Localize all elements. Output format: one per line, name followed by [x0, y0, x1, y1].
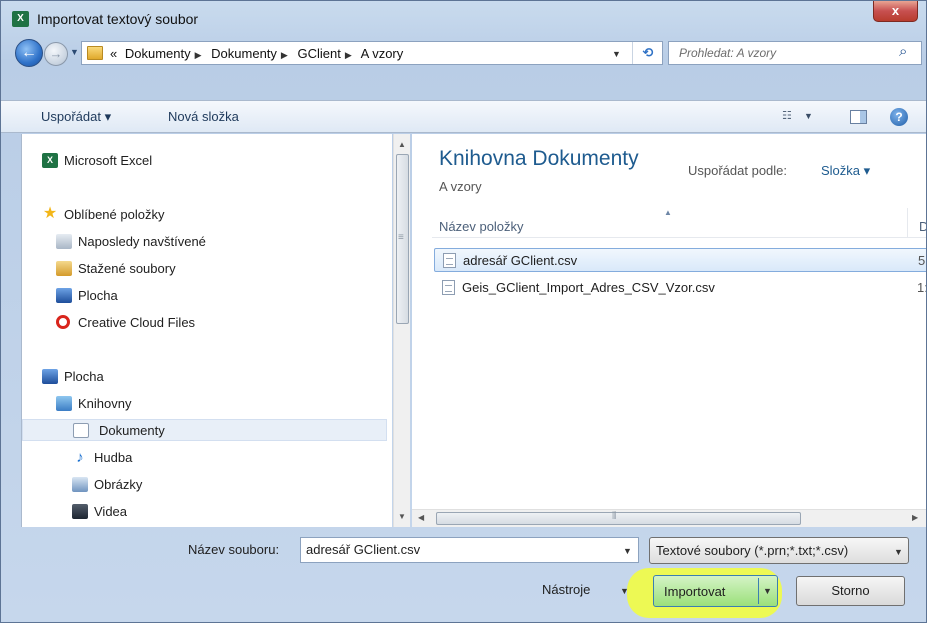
column-header-date[interactable]: D	[919, 219, 926, 234]
sort-ascending-icon: ▲	[664, 208, 672, 217]
nav-item-label: Naposledy navštívené	[78, 234, 206, 249]
recent-places-icon	[56, 234, 72, 249]
videos-icon	[72, 504, 88, 519]
file-type-filter-value: Textové soubory (*.prn;*.txt;*.csv)	[656, 543, 849, 558]
libraries-icon	[56, 396, 72, 411]
text-file-icon	[442, 280, 455, 295]
desktop-icon	[42, 369, 58, 384]
nav-item-label: Knihovny	[78, 396, 132, 411]
excel-icon: X	[12, 11, 29, 27]
breadcrumb-overflow[interactable]: «	[110, 46, 117, 61]
nav-item-label: Microsoft Excel	[64, 153, 153, 168]
scroll-down-icon[interactable]: ▼	[398, 512, 406, 521]
view-options-icon[interactable]: ☷	[782, 109, 798, 123]
back-button[interactable]: ←	[15, 39, 43, 67]
file-name: Geis_GClient_Import_Adres_CSV_Vzor.csv	[462, 280, 715, 295]
title-bar: X Importovat textový soubor x	[1, 1, 926, 37]
search-input[interactable]	[679, 46, 889, 60]
desktop-icon	[56, 288, 72, 303]
preview-pane-icon[interactable]	[850, 110, 867, 124]
navigation-pane: X Microsoft Excel ★ Oblíbené položky Nap…	[21, 134, 392, 527]
import-button-label: Importovat	[664, 584, 726, 599]
breadcrumb-separator-icon[interactable]: ▶	[345, 50, 352, 60]
arrange-by-dropdown[interactable]: Složka ▾	[821, 163, 870, 179]
nav-item-label: Stažené soubory	[78, 261, 176, 276]
nav-item-label: Hudba	[94, 450, 133, 465]
search-icon[interactable]: ⌕	[899, 43, 907, 60]
organize-button[interactable]: Uspořádat ▾	[41, 109, 111, 125]
nav-item-label: Creative Cloud Files	[78, 315, 196, 330]
scroll-grip-icon: ≡	[398, 232, 404, 243]
search-box[interactable]: ⌕	[668, 41, 922, 65]
scroll-grip-icon: ⦀	[612, 511, 617, 522]
library-title: Knihovna Dokumenty	[439, 147, 639, 170]
filename-input[interactable]	[306, 542, 606, 557]
breadcrumb-item[interactable]: A vzory	[361, 46, 404, 61]
nav-item-label: Oblíbené položky	[64, 207, 165, 222]
nav-item-label: Plocha	[78, 288, 118, 303]
cancel-button[interactable]: Storno	[796, 576, 905, 606]
command-toolbar: Uspořádat ▾ Nová složka ☷ ▼ ?	[1, 100, 926, 133]
filename-dropdown-icon[interactable]: ▼	[623, 546, 632, 556]
scroll-left-icon[interactable]: ◀	[418, 513, 424, 522]
horizontal-scrollbar[interactable]: ◀ ⦀ ▶	[412, 509, 926, 527]
breadcrumb-separator-icon[interactable]: ▶	[195, 50, 202, 60]
import-dropdown-icon[interactable]: ▼	[763, 586, 772, 596]
history-dropdown-icon[interactable]: ▼	[70, 47, 79, 57]
scroll-up-icon[interactable]: ▲	[398, 140, 406, 149]
creative-cloud-icon	[56, 315, 70, 329]
file-name: adresář GClient.csv	[463, 253, 578, 268]
address-dropdown-icon[interactable]: ▼	[612, 49, 621, 59]
star-icon: ★	[42, 205, 58, 222]
column-divider[interactable]	[907, 208, 908, 238]
tools-button[interactable]: Nástroje	[542, 582, 590, 597]
text-file-icon	[443, 253, 456, 268]
nav-scrollbar[interactable]: ▲ ≡ ▼	[393, 134, 410, 527]
arrange-by-label: Uspořádat podle:	[688, 163, 788, 178]
import-dialog: X Importovat textový soubor x ← → ▼ « Do…	[0, 0, 927, 623]
address-bar[interactable]: « Dokumenty ▶ Dokumenty ▶ GClient ▶ A vzory…	[81, 41, 663, 65]
nav-item-label: Plocha	[64, 369, 104, 384]
nav-item-label: Videa	[94, 504, 128, 519]
file-type-filter[interactable]: Textové soubory (*.prn;*.txt;*.csv) ▼	[649, 537, 909, 564]
file-date: 1:	[917, 280, 926, 295]
close-button[interactable]: x	[873, 1, 918, 22]
filename-label: Název souboru:	[188, 542, 280, 557]
breadcrumb-separator-icon[interactable]: ▶	[281, 50, 288, 60]
file-row[interactable]: Geis_GClient_Import_Adres_CSV_Vzor.csv 1…	[434, 276, 926, 300]
horizontal-scroll-thumb[interactable]: ⦀	[436, 511, 801, 525]
downloads-icon	[56, 261, 72, 276]
nav-item-label: Dokumenty	[99, 423, 165, 438]
folder-icon	[87, 46, 103, 60]
file-list-pane: Knihovna Dokumenty A vzory Uspořádat pod…	[412, 134, 926, 509]
navigation-row: ← → ▼ « Dokumenty ▶ Dokumenty ▶ GClient ▶ A…	[1, 37, 926, 67]
help-icon[interactable]: ?	[890, 108, 908, 126]
breadcrumb: « Dokumenty ▶ Dokumenty ▶ GClient ▶ A vzory	[110, 46, 407, 61]
breadcrumb-item[interactable]: Dokumenty	[125, 46, 191, 61]
column-header-name[interactable]: Název položky	[439, 219, 524, 234]
pictures-icon	[72, 477, 88, 492]
document-icon	[73, 423, 89, 438]
window-title: Importovat textový soubor	[37, 11, 199, 27]
nav-item-documents[interactable]: Dokumenty	[22, 419, 387, 441]
new-folder-button[interactable]: Nová složka	[168, 109, 239, 124]
view-dropdown-icon[interactable]: ▼	[804, 111, 813, 121]
column-header-row: ▲ Název položky D	[432, 208, 926, 238]
music-icon: ♪	[76, 449, 84, 466]
split-divider	[758, 578, 759, 604]
file-row[interactable]: adresář GClient.csv 5	[434, 248, 926, 272]
scroll-right-icon[interactable]: ▶	[912, 513, 918, 522]
import-button[interactable]: Importovat ▼	[653, 575, 778, 607]
breadcrumb-item[interactable]: Dokumenty	[211, 46, 277, 61]
forward-button[interactable]: →	[44, 42, 68, 66]
nav-item-label: Obrázky	[94, 477, 143, 492]
refresh-button[interactable]: ⟲	[632, 42, 663, 64]
library-subtitle: A vzory	[439, 179, 482, 194]
excel-icon: X	[42, 153, 58, 168]
chevron-down-icon: ▼	[894, 547, 903, 557]
breadcrumb-item[interactable]: GClient	[297, 46, 340, 61]
file-date: 5	[918, 253, 926, 268]
filename-combobox[interactable]: ▼	[300, 537, 639, 563]
